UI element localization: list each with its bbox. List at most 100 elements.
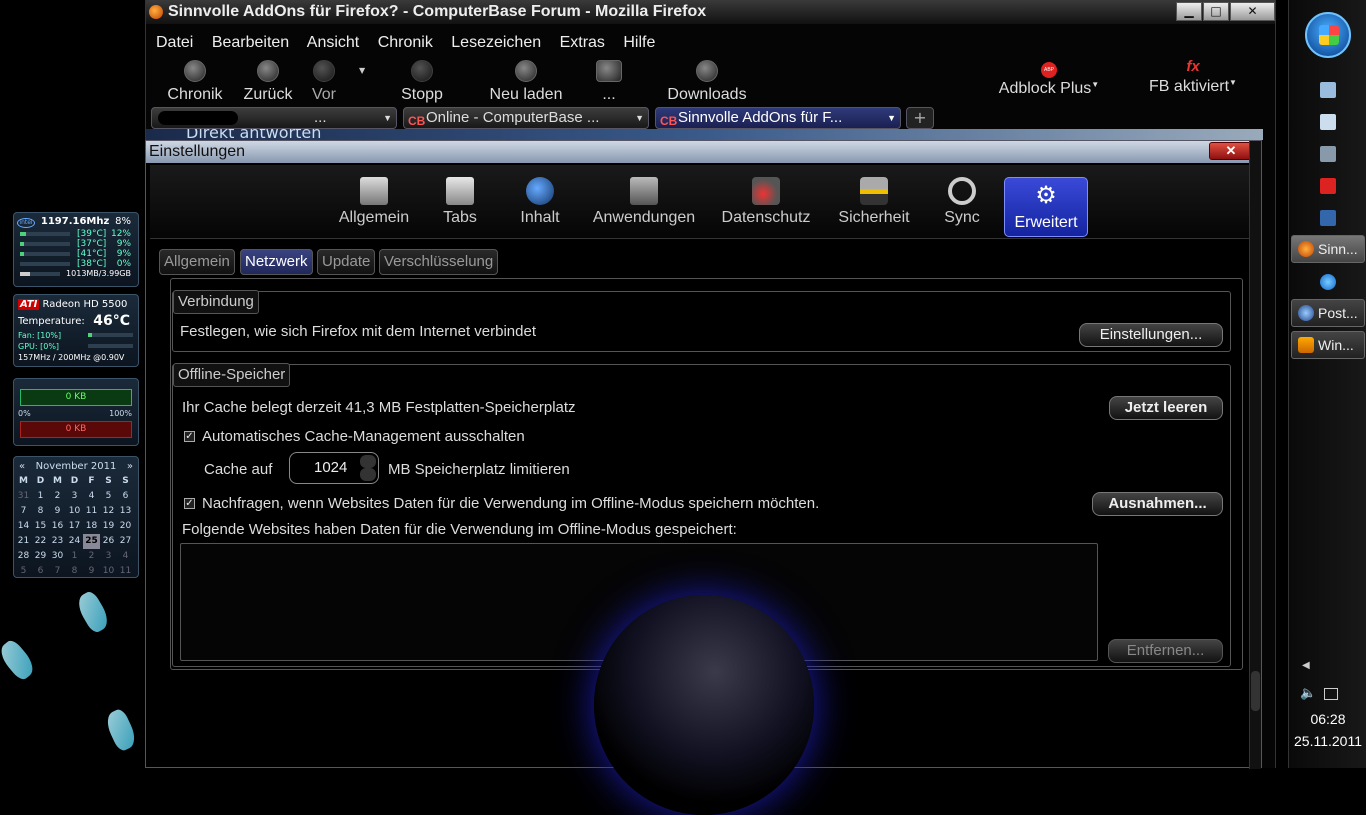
pane-datenschutz[interactable]: Datenschutz	[719, 177, 813, 227]
pane-erweitert[interactable]: ⚙ Erweitert	[1004, 177, 1088, 237]
calendar-day[interactable]: 19	[100, 519, 117, 534]
calendar-day[interactable]: 12	[100, 504, 117, 519]
tab-1[interactable]: ... ▼	[151, 107, 397, 129]
calendar-day[interactable]: 18	[83, 519, 100, 534]
tab-2[interactable]: CB Online - ComputerBase ... ▼	[403, 107, 649, 129]
maximize-button[interactable]: □	[1203, 2, 1229, 21]
tab-menu-icon[interactable]: ▼	[887, 108, 896, 128]
history-button[interactable]: Chronik	[166, 60, 224, 104]
tab-allgemein[interactable]: Allgemein	[159, 249, 235, 275]
close-window-button[interactable]: ✕	[1230, 2, 1275, 21]
menu-chronik[interactable]: Chronik	[378, 34, 433, 51]
override-cache-checkbox[interactable]: ✓	[184, 431, 195, 442]
calendar-day[interactable]: 16	[49, 519, 66, 534]
calendar-day[interactable]: 5	[100, 489, 117, 504]
calendar-day[interactable]: 10	[100, 564, 117, 579]
calendar-day[interactable]: 17	[66, 519, 83, 534]
search-computer-icon[interactable]	[1320, 146, 1336, 162]
menu-datei[interactable]: Datei	[156, 34, 193, 51]
calendar-day[interactable]: 5	[15, 564, 32, 579]
floppy-save-icon[interactable]	[1320, 210, 1336, 226]
downloads-button[interactable]: Downloads	[666, 60, 748, 104]
task-postbox[interactable]: Post...	[1291, 299, 1365, 327]
calendar-day[interactable]: 8	[32, 504, 49, 519]
remove-button[interactable]: Entfernen...	[1108, 639, 1223, 663]
calendar-day[interactable]: 14	[15, 519, 32, 534]
calendar-day[interactable]: 30	[49, 549, 66, 564]
calendar-day[interactable]: 6	[32, 564, 49, 579]
calendar-day[interactable]: 15	[32, 519, 49, 534]
calendar-day[interactable]: 3	[66, 489, 83, 504]
calendar-day[interactable]: 10	[66, 504, 83, 519]
pane-sync[interactable]: Sync	[940, 177, 984, 227]
volume-icon[interactable]: 🔈	[1300, 686, 1316, 701]
task-firefox[interactable]: Sinn...	[1291, 235, 1365, 263]
reload-button[interactable]: Neu laden	[488, 60, 564, 104]
spin-down-icon[interactable]	[360, 468, 376, 481]
clear-cache-button[interactable]: Jetzt leeren	[1109, 396, 1223, 420]
calendar-day[interactable]: 1	[66, 549, 83, 564]
clock-time[interactable]: 06:28	[1289, 711, 1366, 727]
next-month-button[interactable]: »	[127, 459, 133, 474]
pane-allgemein[interactable]: Allgemein	[336, 177, 412, 227]
stop-button[interactable]: Stopp	[400, 60, 444, 104]
menu-extras[interactable]: Extras	[560, 34, 605, 51]
connection-settings-button[interactable]: Einstellungen...	[1079, 323, 1223, 347]
forward-dropdown-icon[interactable]: ▼	[359, 66, 365, 75]
tab-netzwerk[interactable]: Netzwerk	[240, 249, 313, 275]
calendar-day[interactable]: 1	[32, 489, 49, 504]
document-icon[interactable]	[1320, 114, 1336, 130]
calendar-day[interactable]: 28	[15, 549, 32, 564]
calendar-day[interactable]: 2	[49, 489, 66, 504]
calendar-day[interactable]: 3	[100, 549, 117, 564]
menu-hilfe[interactable]: Hilfe	[623, 34, 655, 51]
adblock-plus-button[interactable]: ABP Adblock Plus▼	[998, 62, 1100, 98]
exceptions-button[interactable]: Ausnahmen...	[1092, 492, 1223, 516]
calendar-day[interactable]: 22	[32, 534, 49, 549]
tab-3-active[interactable]: CB Sinnvolle AddOns für F... ▼	[655, 107, 901, 129]
pane-sicherheit[interactable]: Sicherheit	[834, 177, 914, 227]
calendar-day[interactable]: 11	[117, 564, 134, 579]
clock-date[interactable]: 25.11.2011	[1289, 733, 1366, 749]
calendar-day[interactable]: 7	[49, 564, 66, 579]
calendar-day[interactable]: 8	[66, 564, 83, 579]
calendar-day[interactable]: 2	[83, 549, 100, 564]
calendar-day[interactable]: 11	[83, 504, 100, 519]
overflow-button[interactable]: ...	[594, 60, 624, 104]
show-hidden-icons-button[interactable]: ◀	[1302, 660, 1310, 671]
notepad-icon[interactable]	[1320, 82, 1336, 98]
menu-ansicht[interactable]: Ansicht	[307, 34, 359, 51]
dialog-scrollbar[interactable]	[1249, 141, 1261, 769]
calendar-day[interactable]: 20	[117, 519, 134, 534]
new-tab-button[interactable]: +	[906, 107, 934, 129]
prev-month-button[interactable]: «	[19, 459, 25, 474]
calendar-day[interactable]: 9	[49, 504, 66, 519]
calendar-day[interactable]: 4	[117, 549, 134, 564]
calendar-day[interactable]: 29	[32, 549, 49, 564]
red-star-icon[interactable]	[1320, 178, 1336, 194]
back-button[interactable]: Zurück	[240, 60, 296, 104]
menu-lesezeichen[interactable]: Lesezeichen	[451, 34, 541, 51]
network-icon[interactable]	[1324, 688, 1338, 700]
calendar-day[interactable]: 23	[49, 534, 66, 549]
spin-up-icon[interactable]	[360, 455, 376, 468]
calendar-day[interactable]: 21	[15, 534, 32, 549]
calendar-day[interactable]: 9	[83, 564, 100, 579]
calendar-day[interactable]: 7	[15, 504, 32, 519]
scroll-thumb[interactable]	[1251, 671, 1260, 711]
calendar-day[interactable]: 27	[117, 534, 134, 549]
forward-button[interactable]: Vor	[304, 60, 344, 104]
tab-verschluesselung[interactable]: Verschlüsselung	[379, 249, 499, 275]
calendar-day[interactable]: 31	[15, 489, 32, 504]
calendar-day[interactable]: 4	[83, 489, 100, 504]
pane-tabs[interactable]: Tabs	[440, 177, 480, 227]
tab-menu-icon[interactable]: ▼	[383, 108, 392, 128]
dialog-close-button[interactable]: ✕	[1209, 142, 1253, 160]
start-button[interactable]	[1305, 12, 1351, 58]
ask-offline-checkbox[interactable]: ✓	[184, 498, 195, 509]
internet-explorer-icon[interactable]	[1320, 274, 1336, 290]
pane-inhalt[interactable]: Inhalt	[519, 177, 561, 227]
calendar-day[interactable]: 13	[117, 504, 134, 519]
minimize-button[interactable]: ▁	[1176, 2, 1202, 21]
calendar-day[interactable]: 25	[83, 534, 100, 549]
